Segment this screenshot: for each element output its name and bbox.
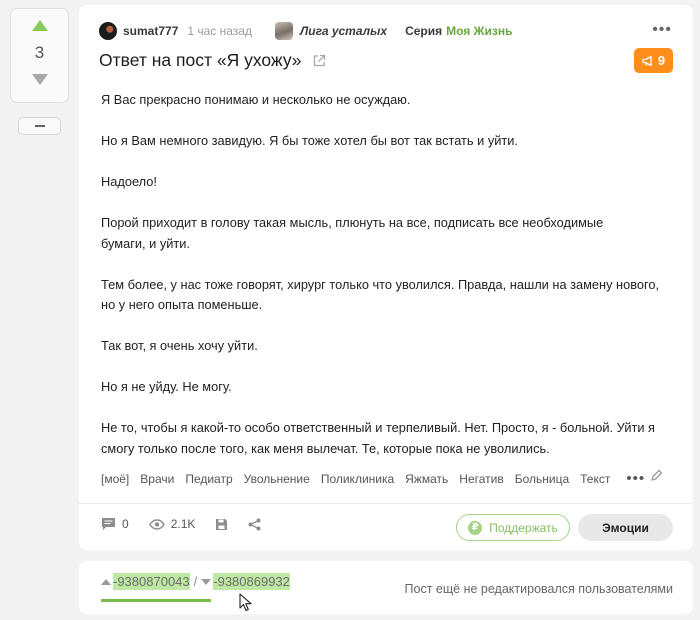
post-paragraph: Так вот, я очень хочу уйти. [101,338,258,353]
rating-value: 3 [34,43,45,62]
post-paragraph: Но я Вам немного завидую. Я бы тоже хоте… [101,133,518,148]
series-label: Серия [405,24,443,38]
donate-button[interactable]: ₽ Поддержать [456,514,570,541]
tag-item[interactable]: [моё] [101,472,129,486]
community-avatar[interactable] [275,22,293,40]
post-body: Я Вас прекрасно понимаю и несколько не о… [101,90,676,480]
rating-widget: 3 [10,8,69,103]
title-row: Ответ на пост «Я ухожу» [99,50,326,71]
post-actions: 0 2.1K [101,517,281,531]
tag-item[interactable]: Увольнение [244,472,310,486]
tag-list: [моё] Врачи Педиатр Увольнение Поликлини… [101,469,663,487]
post-paragraph: Порой приходит в голову такая мысль, плю… [101,215,604,251]
emotions-button[interactable]: Эмоции [578,514,673,541]
post-card: sumat777 1 час назад Лига усталых Серия … [79,5,693,550]
collapse-post-button[interactable] [18,117,61,135]
next-arrow-icon [201,578,212,585]
more-options-icon[interactable]: ••• [652,22,672,38]
donate-label: Поддержать [489,520,558,535]
post-paragraph: Не то, чтобы я какой-то особо ответствен… [101,420,655,456]
selection-underline [101,599,211,602]
edit-status-note: Пост ещё не редактировался пользователям… [404,582,673,596]
pencil-icon[interactable] [650,469,663,482]
tag-item[interactable]: Негатив [459,472,503,486]
minus-icon [34,125,45,127]
post-id-navigation: -9380870043 / -9380869932 [101,573,290,590]
author-name[interactable]: sumat777 [123,24,178,38]
post-paragraph: Надоело! [101,174,157,189]
divider [79,503,693,504]
series-link[interactable]: Моя Жизнь [446,24,512,38]
nav-separator: / [193,574,198,589]
upvote-arrow-icon[interactable] [31,20,48,31]
post-paragraph: Я Вас прекрасно понимаю и несколько не о… [101,92,411,107]
comments-count: 0 [122,517,129,531]
tag-item[interactable]: Яжмать [405,472,448,486]
comment-icon [102,518,115,530]
post-meta: sumat777 1 час назад Лига усталых Серия … [99,21,673,41]
post-time: 1 час назад [187,24,252,38]
comments-button[interactable]: 0 [101,517,129,531]
megaphone-icon [642,55,652,66]
badge-count: 9 [657,53,666,68]
prev-post-link[interactable]: -9380870043 [113,573,190,590]
post-title[interactable]: Ответ на пост «Я ухожу» [99,50,302,71]
save-button[interactable] [215,518,228,531]
hot-badge[interactable]: 9 [634,48,673,73]
post-navigation-card: -9380870043 / -9380869932 Пост ещё не ре… [79,561,693,614]
more-tags-icon[interactable]: ••• [626,470,645,487]
prev-arrow-icon [101,578,111,585]
share-button[interactable] [248,518,261,531]
external-link-icon[interactable] [312,54,326,68]
post-paragraph: Но я не уйду. Не могу. [101,379,232,394]
downvote-arrow-icon[interactable] [31,74,48,85]
save-icon [216,518,228,530]
tag-item[interactable]: Врачи [140,472,174,486]
eye-icon [148,518,165,530]
share-icon [248,518,261,530]
tag-item[interactable]: Педиатр [185,472,232,486]
next-post-link[interactable]: -9380869932 [213,573,290,590]
ruble-icon: ₽ [468,520,483,535]
post-paragraph: Тем более, у нас тоже говорят, хирург то… [101,276,660,313]
tag-item[interactable]: Текст [580,472,610,486]
mouse-cursor-icon [239,593,252,612]
tag-item[interactable]: Больница [515,472,569,486]
views-counter: 2.1K [148,517,196,531]
community-name[interactable]: Лига усталых [300,24,387,38]
author-avatar[interactable] [99,22,117,40]
views-count: 2.1K [170,517,196,531]
tag-item[interactable]: Поликлиника [321,472,394,486]
